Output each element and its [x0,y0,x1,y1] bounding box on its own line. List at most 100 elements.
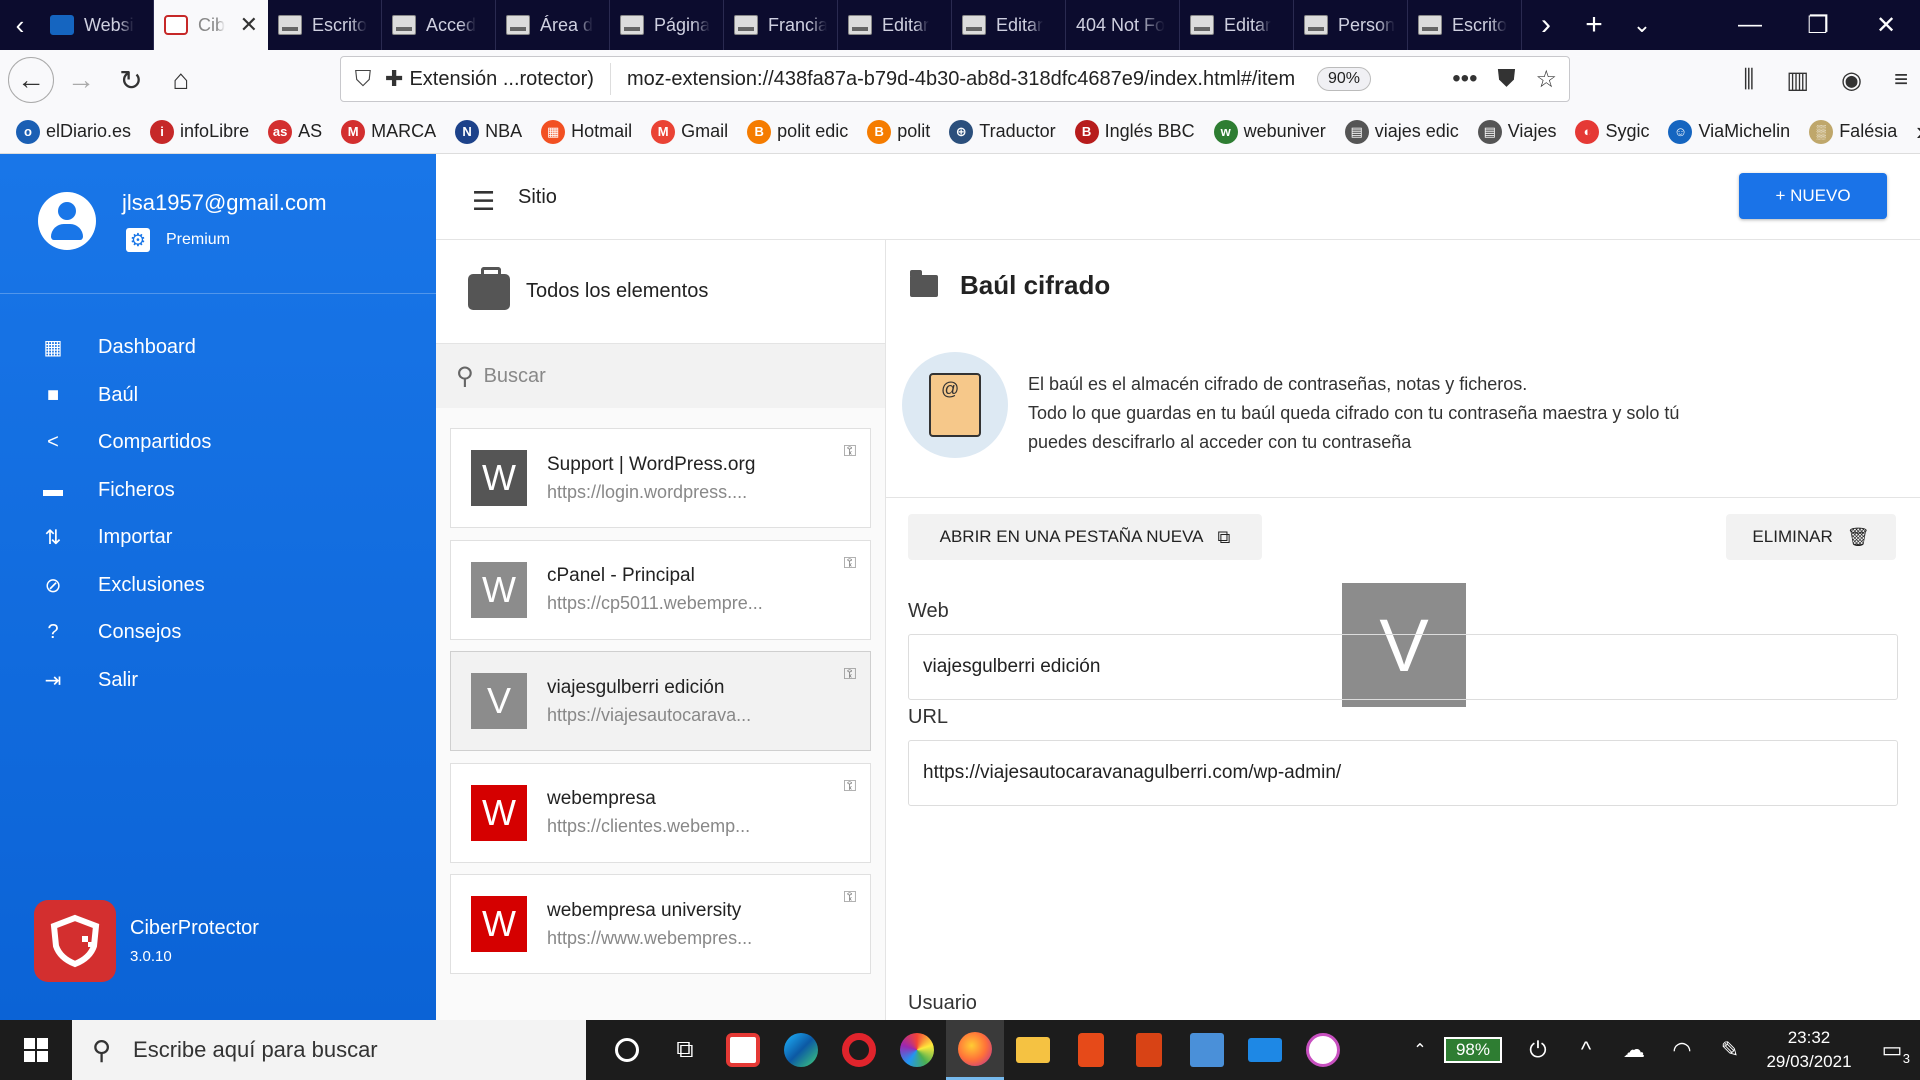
file-explorer-icon[interactable] [1004,1020,1062,1080]
avatar[interactable] [38,192,96,250]
bookmark-item[interactable]: ☺ ViaMichelin [1668,119,1790,144]
list-item[interactable]: Vviajesgulberri edición https://viajesaut… [450,651,871,751]
list-item[interactable]: W Support | WordPress.org https://login.wo… [450,428,871,528]
hamburger-menu-icon[interactable]: ☰ [472,186,495,217]
account-icon[interactable]: ◉ [1841,66,1862,95]
delete-button[interactable]: ELIMINAR 🗑 [1726,514,1896,560]
back-button[interactable]: ← [8,57,54,103]
tab-scroll-right-button[interactable]: › [1522,8,1570,42]
url-text[interactable]: moz-extension://438fa87a-b79d-4b30-ab8d-… [611,68,1311,91]
browser-tab[interactable]: Francia [724,0,838,50]
clock[interactable]: 23:32 29/03/2021 [1754,1026,1864,1074]
list-item[interactable]: Wwebempresa university https://www.webemp… [450,874,871,974]
tab-list-button[interactable]: ⌄ [1618,12,1666,38]
onedrive-icon[interactable]: ☁ [1610,1037,1658,1063]
tab-scroll-left-button[interactable]: ‹ [0,0,40,50]
bookmark-item[interactable]: as AS [268,119,322,144]
browser-tab[interactable]: 404 Not Fo [1066,0,1180,50]
tray-expand-icon[interactable]: ⌃ [1396,1040,1444,1060]
search-input[interactable]: ⚲ Buscar [436,344,885,408]
url-bar[interactable]: ⛉ ✚ Extensión ...rotector) moz-extension… [340,56,1570,102]
explorer-window-icon[interactable] [1178,1020,1236,1080]
bookmark-item[interactable]: Bpolit [867,119,930,144]
power-plug-icon[interactable]: ⏻ [1514,1037,1562,1063]
home-button[interactable]: ⌂ [158,57,204,103]
zoom-indicator[interactable]: 90% [1316,67,1371,91]
paint-icon[interactable] [888,1020,946,1080]
open-new-tab-button[interactable]: ABRIR EN UNA PESTAÑA NUEVA ⧉ [908,514,1262,560]
opera-icon[interactable] [830,1020,888,1080]
sidebar-item-exclusiones[interactable]: ⊘ Exclusiones [0,562,436,610]
edge-icon[interactable] [772,1020,830,1080]
bookmark-item[interactable]: ⊕ Traductor [949,119,1056,144]
close-window-button[interactable]: ✕ [1852,11,1920,40]
sidebar-item-ficheros[interactable]: ▬ Ficheros [0,467,436,515]
browser-tab[interactable]: Editar [1180,0,1294,50]
mail-icon[interactable] [1236,1020,1294,1080]
new-tab-button[interactable]: + [1570,8,1618,42]
cortana-icon[interactable] [598,1020,656,1080]
wifi-icon[interactable]: ◠ [1658,1037,1706,1063]
bookmark-item[interactable]: B Inglés BBC [1074,119,1195,144]
list-item[interactable]: WcPanel - Principal https://cp5011.webemp… [450,539,871,640]
reload-button[interactable]: ↻ [108,57,154,103]
notifications-icon[interactable]: ▭ 3 [1864,1037,1920,1066]
browser-tab[interactable]: Person [1294,0,1408,50]
bookmark-item[interactable]: ▤ viajes edic [1344,119,1459,144]
restore-button[interactable]: ❐ [1784,11,1852,40]
browser-tab[interactable]: Escrito [268,0,382,50]
browser-tab[interactable]: Websi [40,0,154,50]
taskbar-search-input[interactable]: ⚲ Escribe aquí para buscar [72,1020,586,1080]
extension-identity[interactable]: ✚ Extensión ...rotector) [385,63,611,95]
url-field[interactable]: https://viajesautocaravanagulberri.com/w… [908,740,1898,806]
bookmark-star-icon[interactable]: ☆ [1535,65,1557,94]
powerpoint-icon[interactable] [1120,1020,1178,1080]
sidebar-toggle-icon[interactable]: ▥ [1786,66,1809,95]
sidebar-item-baul[interactable]: ■ Baúl [0,372,436,420]
sidebar-item-importar[interactable]: ⇅ Importar [0,514,436,562]
bookmark-item[interactable]: M Gmail [651,119,728,144]
office-icon[interactable] [1062,1020,1120,1080]
browser-tab[interactable]: Página [610,0,724,50]
page-actions-icon[interactable]: ••• [1452,65,1477,93]
bookmark-item[interactable]: i infoLibre [150,119,249,144]
bookmark-item[interactable]: w webuniver [1213,119,1326,144]
start-button[interactable] [0,1020,72,1080]
bookmark-item[interactable]: N NBA [455,119,522,144]
web-field[interactable]: viajesgulberri edición [908,634,1898,700]
browser-tab[interactable]: Escrito [1408,0,1522,50]
list-item[interactable]: Wwebempresa https://clientes.webemp... ⚿ [450,762,871,863]
sidebar-item-compartidos[interactable]: < Compartidos [0,419,436,467]
browser-tab[interactable]: Editar [952,0,1066,50]
close-tab-icon[interactable]: ✕ [240,12,258,38]
library-icon[interactable]: ⫼ [1743,66,1754,94]
menu-icon[interactable]: ≡ [1894,66,1908,94]
bookmark-item[interactable]: ▤ Viajes [1477,119,1556,144]
minimize-button[interactable]: — [1716,11,1784,39]
browser-tab[interactable]: Acced [382,0,496,50]
browser-tab[interactable]: Editar [838,0,952,50]
task-view-icon[interactable]: ⧉ [656,1020,714,1080]
tracking-shield-icon[interactable]: ⛉ [341,66,385,92]
forward-button[interactable]: → [58,57,104,103]
battery-indicator[interactable]: 98% [1443,1037,1502,1063]
firefox-icon[interactable] [946,1020,1004,1080]
bookmark-item[interactable]: ◐ Sygic [1575,119,1649,144]
browser-tab[interactable]: Área d [496,0,610,50]
sidebar-item-dashboard[interactable]: ▦ Dashboard [0,324,436,372]
pocket-icon[interactable]: ⛊ [1497,65,1515,93]
browser-tab[interactable]: Cib ✕ [154,0,268,50]
bookmark-item[interactable]: M MARCA [341,119,436,144]
itunes-icon[interactable] [1294,1020,1352,1080]
bookmark-item[interactable]: ▒ Falésia [1809,119,1897,144]
tray-chevron-icon[interactable]: ^ [1562,1037,1610,1063]
bookmark-item[interactable]: o elDiario.es [16,119,131,144]
sidebar-item-salir[interactable]: ⇥ Salir [0,657,436,705]
bookmark-item[interactable]: ▦ Hotmail [541,119,632,144]
pen-icon[interactable]: ✎ [1706,1037,1754,1063]
brave-icon[interactable] [714,1020,772,1080]
sidebar-item-consejos[interactable]: ? Consejos [0,609,436,657]
bookmarks-overflow-button[interactable]: » [1916,116,1920,147]
bookmark-item[interactable]: Bpolit edic [747,119,848,144]
new-item-button[interactable]: + NUEVO [1739,173,1887,219]
